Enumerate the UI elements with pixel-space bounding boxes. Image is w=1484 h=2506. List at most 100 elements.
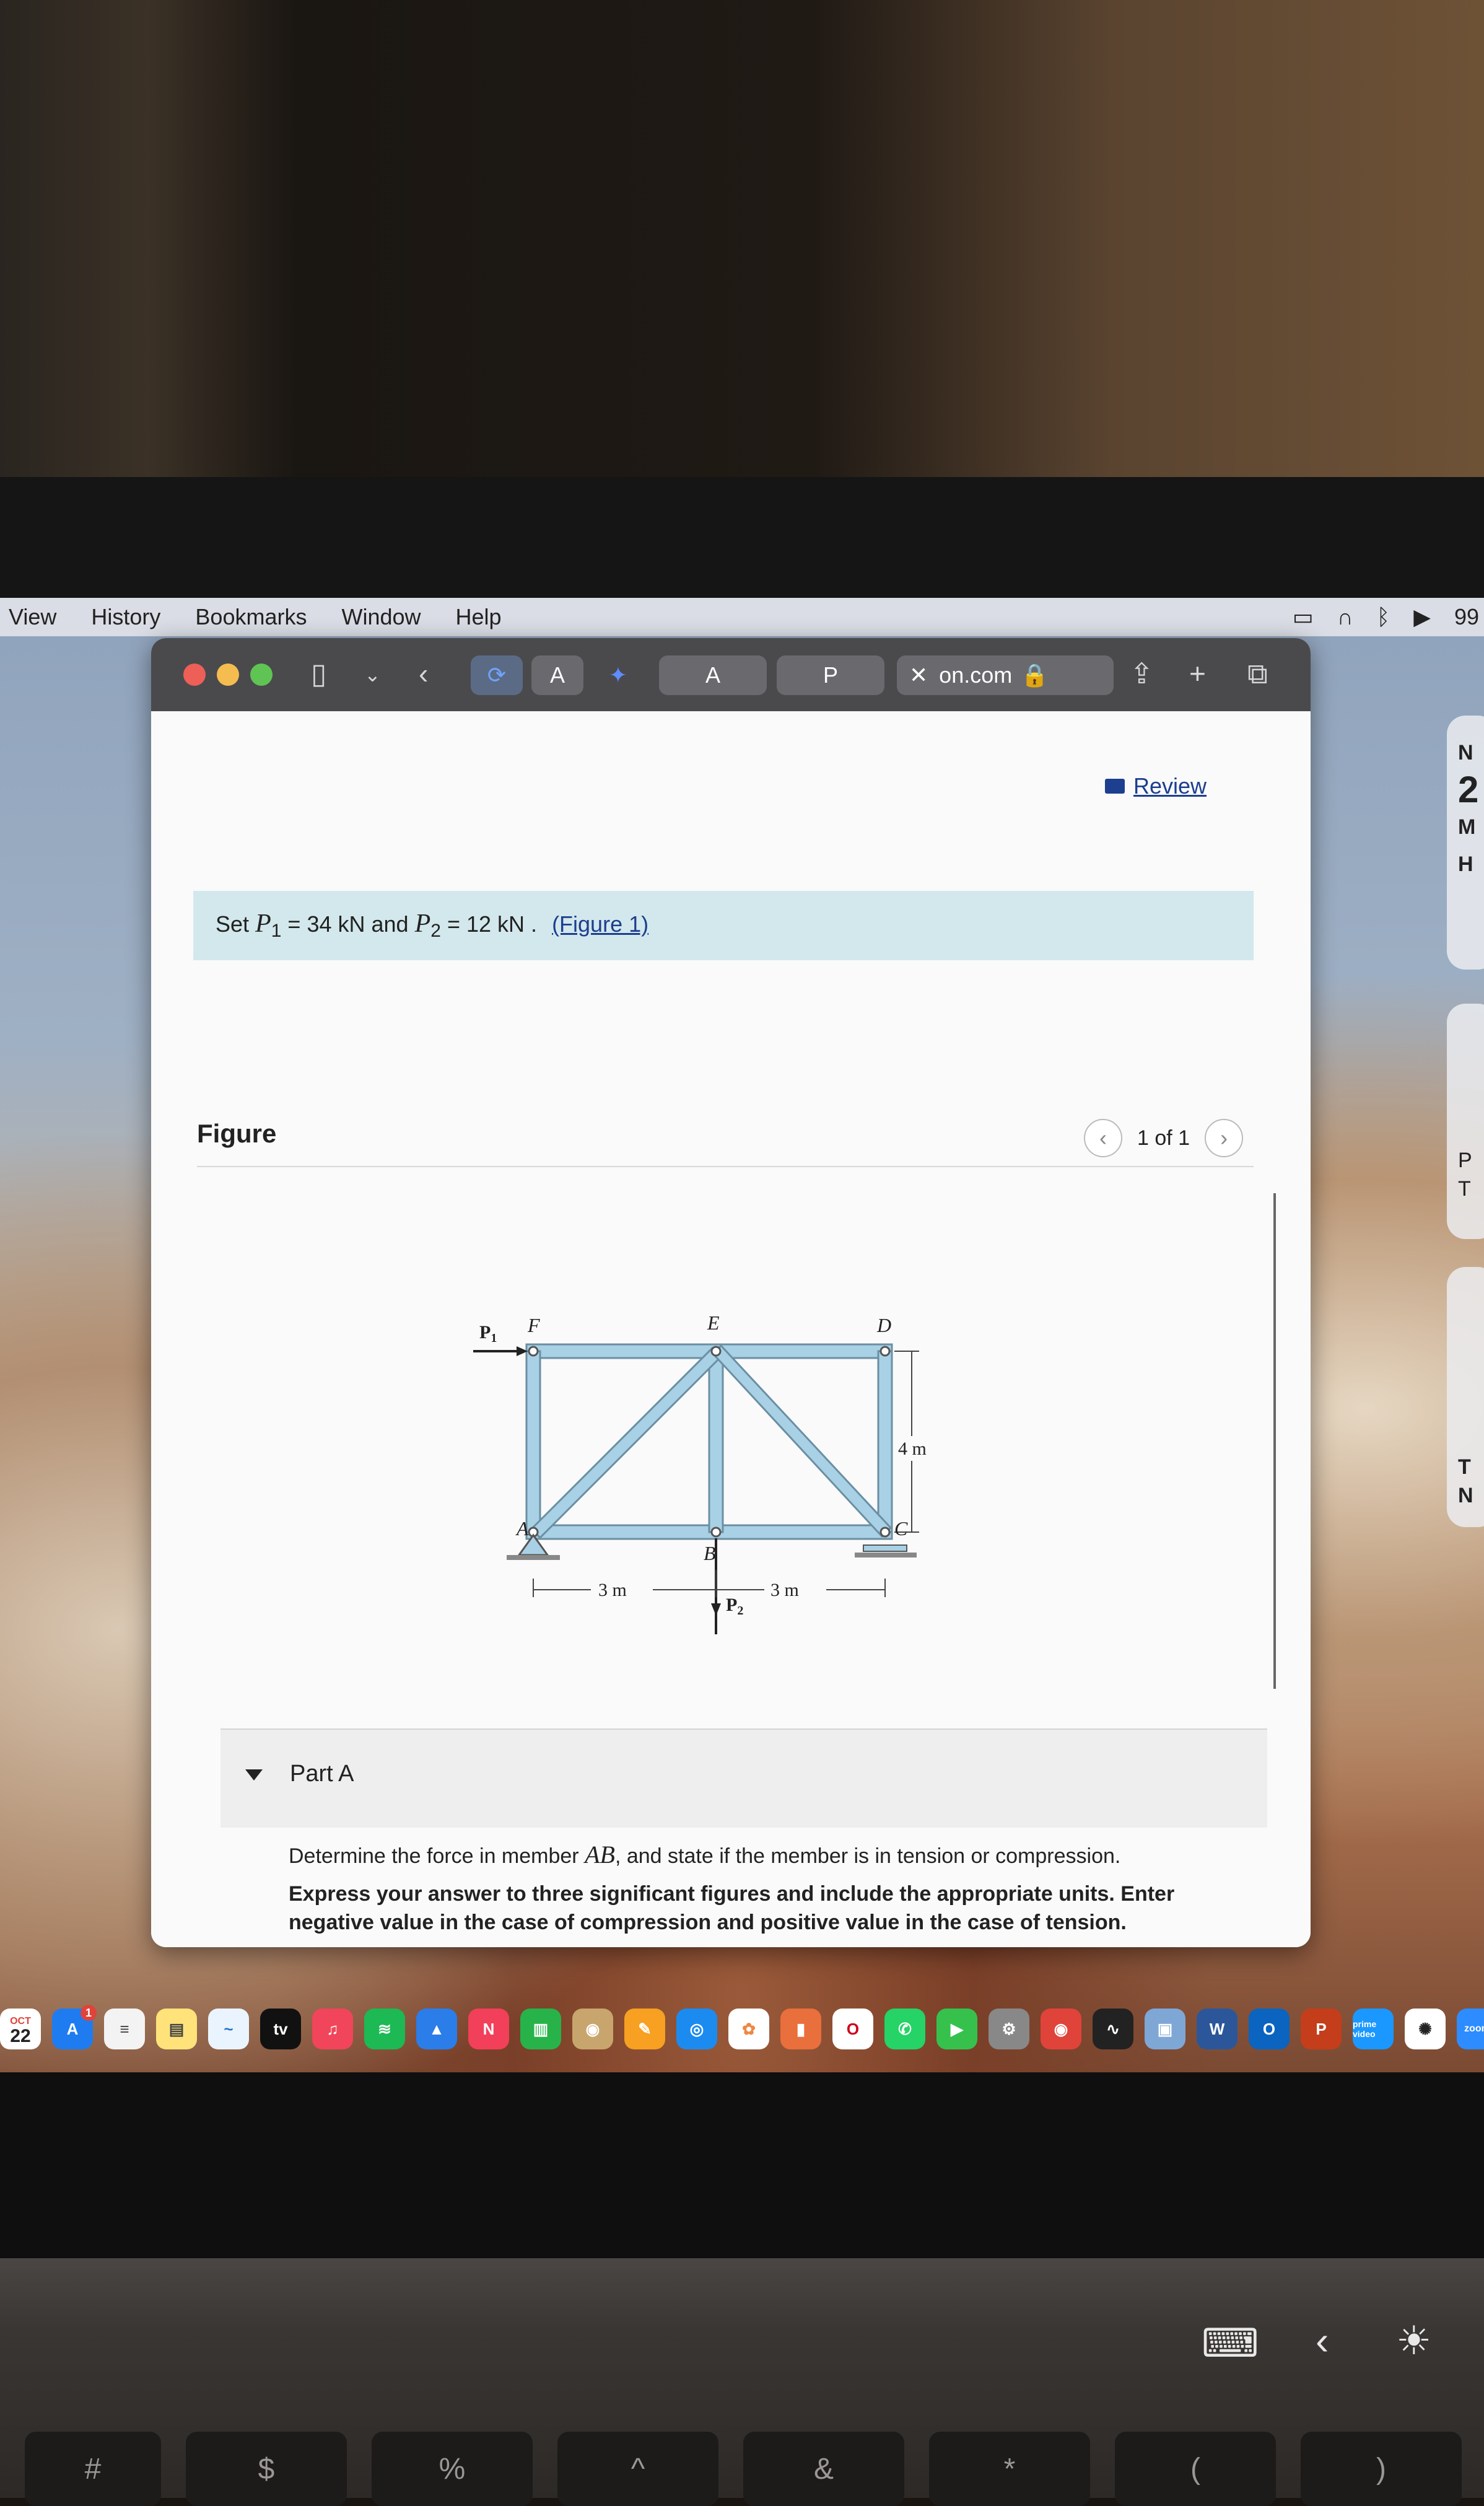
- part-a-header[interactable]: Part A: [220, 1728, 1267, 1828]
- part-a-label: Part A: [290, 1761, 354, 1787]
- pages-icon[interactable]: ✎: [624, 2009, 665, 2049]
- music-icon[interactable]: ♫: [312, 2009, 353, 2049]
- tab-p-label: P: [823, 662, 838, 688]
- minimize-window-button[interactable]: [217, 664, 239, 686]
- key-ampersand[interactable]: &: [743, 2432, 904, 2506]
- contacts-icon[interactable]: ◉: [572, 2009, 613, 2049]
- news-icon[interactable]: N: [468, 2009, 509, 2049]
- keynote-icon[interactable]: ▲: [416, 2009, 457, 2049]
- figure-link[interactable]: (Figure 1): [552, 911, 648, 937]
- app-store-icon[interactable]: A 1: [52, 2005, 97, 2049]
- sidebar-icon[interactable]: ▯: [311, 657, 326, 690]
- apple-tv-icon[interactable]: tv: [260, 2009, 301, 2049]
- menu-help[interactable]: Help: [439, 604, 519, 630]
- extension-sparkle-icon[interactable]: ✦: [592, 655, 644, 695]
- freeform-icon[interactable]: ~: [208, 2009, 249, 2049]
- collapse-triangle-icon[interactable]: [245, 1769, 263, 1781]
- outlook-icon[interactable]: O: [1249, 2009, 1290, 2049]
- widget-3[interactable]: T N: [1447, 1267, 1484, 1527]
- powerpoint-icon[interactable]: P: [1301, 2009, 1342, 2049]
- address-bar[interactable]: ✕ on.com 🔒: [897, 655, 1114, 695]
- preview-icon[interactable]: ▣: [1145, 2009, 1185, 2049]
- key-dollar[interactable]: $: [186, 2432, 347, 2506]
- extension-ak-icon[interactable]: A: [531, 655, 583, 695]
- safari-icon[interactable]: ◎: [676, 2009, 717, 2049]
- address-text: on.com: [939, 662, 1013, 688]
- browser-toolbar: ▯ ⌄ ‹ ⟳ A ✦ A P ✕ on.com 🔒 ⇪ + ⧉: [151, 638, 1311, 711]
- notes-icon[interactable]: ▤: [156, 2009, 197, 2049]
- load-p1-symbol: P: [479, 1322, 491, 1343]
- keyboard-brightness-icon[interactable]: ⌨: [1202, 2320, 1259, 2367]
- menu-bookmarks[interactable]: Bookmarks: [178, 604, 324, 630]
- calendar-icon[interactable]: OCT 22: [0, 2009, 41, 2049]
- bluetooth-icon[interactable]: ᛒ: [1377, 604, 1390, 630]
- problem-set-text: Set: [216, 911, 250, 937]
- menu-history[interactable]: History: [74, 604, 178, 630]
- p1-value: = 34 kN: [287, 911, 365, 937]
- background-room: [0, 0, 1484, 483]
- tab-overview-icon[interactable]: ⧉: [1247, 657, 1268, 691]
- play-icon[interactable]: ▶: [1413, 604, 1431, 630]
- previous-figure-button[interactable]: ‹: [1084, 1119, 1122, 1157]
- lock-icon: 🔒: [1021, 662, 1049, 688]
- key-hash[interactable]: #: [25, 2432, 161, 2506]
- truss-diagram: A B C D E F P1 P2 3 m 3 m 4 m: [473, 1312, 927, 1634]
- new-tab-icon[interactable]: +: [1189, 657, 1206, 690]
- next-figure-button[interactable]: ›: [1205, 1119, 1244, 1157]
- photos-icon[interactable]: ✿: [728, 2009, 769, 2049]
- books-icon[interactable]: ▮: [780, 2009, 821, 2049]
- key-paren-close[interactable]: ): [1301, 2432, 1462, 2506]
- load-p2-symbol: P: [726, 1595, 737, 1615]
- tab-ak[interactable]: A: [659, 655, 767, 695]
- figure-scrollbar[interactable]: [1273, 1193, 1276, 1689]
- member-ae: [530, 1346, 723, 1540]
- back-icon[interactable]: ‹: [419, 657, 428, 690]
- headphones-icon[interactable]: ∩: [1337, 604, 1353, 630]
- laptop-bezel-bottom: [0, 2072, 1484, 2258]
- close-window-button[interactable]: [183, 664, 206, 686]
- node-label-f: F: [527, 1314, 540, 1336]
- node-label-b: B: [704, 1542, 716, 1564]
- spotify-icon[interactable]: ≋: [364, 2009, 405, 2049]
- figure-pagination: ‹ 1 of 1 ›: [1084, 1119, 1244, 1157]
- brightness-icon[interactable]: ☀: [1396, 2318, 1431, 2364]
- opera-icon[interactable]: O: [832, 2009, 873, 2049]
- extension-refresh-icon[interactable]: ⟳: [471, 655, 523, 695]
- touchbar-collapse-icon[interactable]: ‹: [1316, 2318, 1329, 2364]
- reminders-icon[interactable]: ≡: [104, 2009, 145, 2049]
- menu-window[interactable]: Window: [324, 604, 438, 630]
- key-asterisk[interactable]: *: [929, 2432, 1090, 2506]
- node-label-a: A: [515, 1517, 529, 1540]
- zoom-window-button[interactable]: [250, 664, 273, 686]
- chatgpt-icon[interactable]: ✺: [1405, 2009, 1446, 2049]
- system-settings-icon[interactable]: ⚙: [989, 2009, 1029, 2049]
- screen-recorder-icon[interactable]: ◉: [1041, 2009, 1081, 2049]
- tab-p[interactable]: P: [777, 655, 884, 695]
- key-paren-open[interactable]: (: [1115, 2432, 1276, 2506]
- widget-1-text-d: H: [1458, 852, 1473, 876]
- key-percent[interactable]: %: [372, 2432, 533, 2506]
- whatsapp-icon[interactable]: ✆: [884, 2009, 925, 2049]
- display-icon[interactable]: ▭: [1293, 604, 1314, 630]
- question-prefix: Determine the force in member: [289, 1844, 579, 1868]
- key-caret[interactable]: ^: [557, 2432, 718, 2506]
- word-icon[interactable]: W: [1197, 2009, 1237, 2049]
- keyboard: ⌨ ‹ ☀ # $ % ^ & * ( ): [0, 2258, 1484, 2506]
- facetime-icon[interactable]: ▶: [936, 2009, 977, 2049]
- load-p1-subscript: 1: [491, 1331, 497, 1345]
- ground-a: [507, 1555, 560, 1560]
- share-icon[interactable]: ⇪: [1130, 657, 1154, 690]
- widget-2[interactable]: P T: [1447, 1004, 1484, 1239]
- widget-1[interactable]: N 2 M H: [1447, 716, 1484, 970]
- close-tab-icon[interactable]: ✕: [909, 662, 928, 688]
- menu-view[interactable]: View: [0, 604, 74, 630]
- page-content: Review Set P1 = 34 kN and P2 = 12 kN . (…: [151, 711, 1311, 1947]
- activity-monitor-icon[interactable]: ∿: [1093, 2009, 1133, 2049]
- member-cd: [877, 1350, 893, 1533]
- chevron-down-icon[interactable]: ⌄: [364, 663, 381, 686]
- review-link[interactable]: Review: [1105, 773, 1207, 799]
- prime-video-icon[interactable]: prime video: [1353, 2009, 1394, 2049]
- node-label-e: E: [707, 1312, 720, 1334]
- zoom-icon[interactable]: zoom: [1457, 2009, 1484, 2049]
- numbers-icon[interactable]: ▥: [520, 2009, 561, 2049]
